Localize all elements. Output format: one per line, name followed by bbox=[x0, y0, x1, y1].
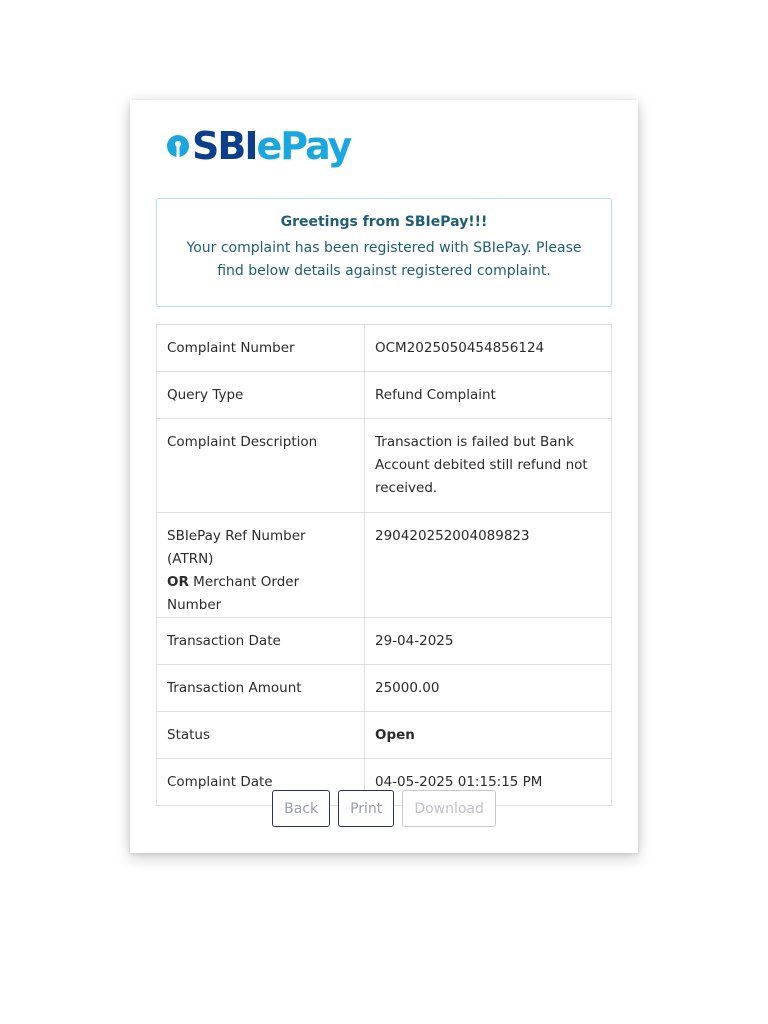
ref-number-label-or: OR bbox=[167, 574, 189, 590]
status-label: Status bbox=[156, 711, 365, 759]
table-row: Transaction Date 29-04-2025 bbox=[156, 617, 612, 665]
transaction-amount-label: Transaction Amount bbox=[156, 664, 365, 712]
status-value: Open bbox=[364, 711, 612, 759]
greeting-message: Your complaint has been registered with … bbox=[186, 240, 582, 279]
query-type-value: Refund Complaint bbox=[364, 371, 612, 419]
table-row: Complaint Number OCM2025050454856124 bbox=[156, 324, 612, 372]
sbiepay-logo: SBIePay bbox=[166, 124, 352, 168]
sbi-logo-icon bbox=[167, 135, 189, 157]
table-row: Query Type Refund Complaint bbox=[156, 371, 612, 419]
transaction-date-value: 29-04-2025 bbox=[364, 617, 612, 665]
complaint-description-label: Complaint Description bbox=[156, 418, 365, 513]
table-row: SBIePay Ref Number (ATRN) OR Merchant Ord… bbox=[156, 512, 612, 618]
logo-text-dark: SBI bbox=[192, 124, 258, 168]
complaint-description-value: Transaction is failed but Bank Account d… bbox=[364, 418, 612, 513]
complaint-details-table: Complaint Number OCM2025050454856124 Que… bbox=[156, 324, 612, 806]
ref-number-label: SBIePay Ref Number (ATRN) OR Merchant Ord… bbox=[156, 512, 365, 618]
query-type-label: Query Type bbox=[156, 371, 365, 419]
complaint-number-label: Complaint Number bbox=[156, 324, 365, 372]
print-button[interactable]: Print bbox=[338, 790, 395, 827]
greeting-title: Greetings from SBIePay!!! bbox=[280, 214, 488, 230]
ref-number-label-line1: SBIePay Ref Number (ATRN) bbox=[167, 528, 306, 567]
complaint-number-value: OCM2025050454856124 bbox=[364, 324, 612, 372]
transaction-amount-value: 25000.00 bbox=[364, 664, 612, 712]
transaction-date-label: Transaction Date bbox=[156, 617, 365, 665]
table-row: Transaction Amount 25000.00 bbox=[156, 664, 612, 712]
table-row: Complaint Description Transaction is fai… bbox=[156, 418, 612, 513]
table-row: Status Open bbox=[156, 711, 612, 759]
download-button[interactable]: Download bbox=[402, 790, 496, 827]
back-button[interactable]: Back bbox=[272, 790, 331, 827]
complaint-card: SBIePay Greetings from SBIePay!!! Your c… bbox=[130, 100, 638, 853]
ref-number-value: 290420252004089823 bbox=[364, 512, 612, 618]
greeting-box: Greetings from SBIePay!!! Your complaint… bbox=[156, 198, 612, 307]
logo-text-light: ePay bbox=[256, 124, 352, 168]
action-buttons: Back Print Download bbox=[130, 790, 638, 827]
logo-wordmark: SBIePay bbox=[192, 124, 352, 168]
